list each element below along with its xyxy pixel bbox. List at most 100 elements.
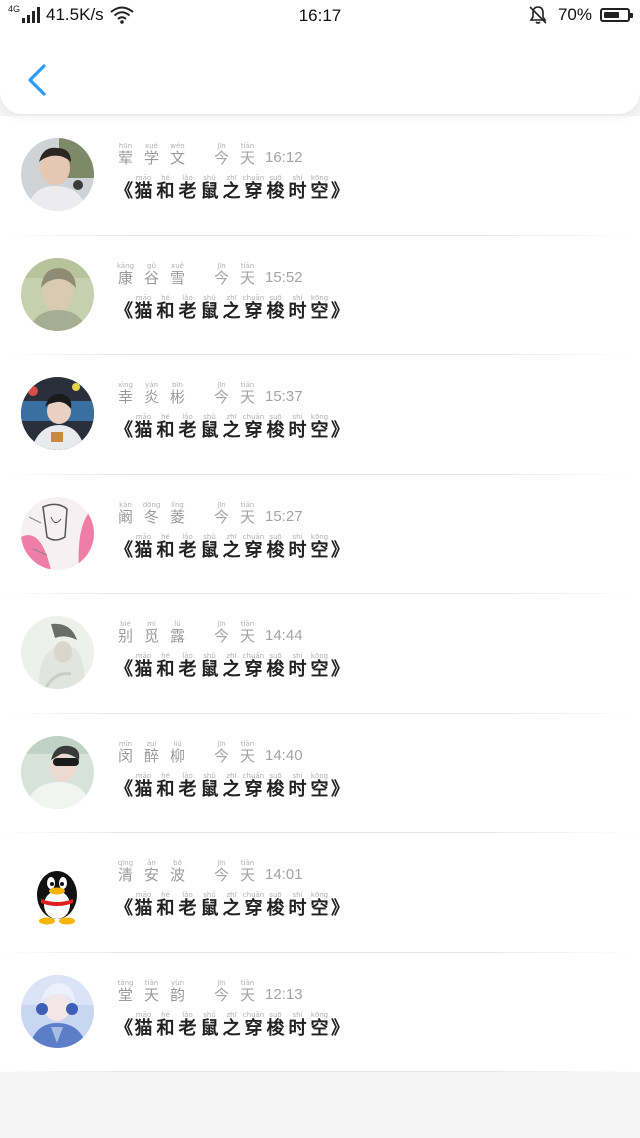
open-bracket: 《	[115, 898, 133, 919]
message-row[interactable]: xìng 幸 yán 炎 bīn 彬 jīn 今 tiān 天 15:37 《 māo 猫 hé 和 lǎo 老 s…	[0, 355, 640, 475]
pinyin-char: dōng 冬	[139, 501, 164, 525]
message-title[interactable]: 《 māo 猫 hé 和 lǎo 老 shǔ 鼠 zhī 之 chuān 穿 suō 梭 shí 时 kōng 空》	[115, 413, 349, 441]
pinyin-char: lǎo 老	[177, 413, 198, 441]
message-title[interactable]: 《 māo 猫 hé 和 lǎo 老 shǔ 鼠 zhī 之 chuān 穿 suō 梭 shí 时 kōng 空》	[115, 1011, 349, 1039]
hanzi: 空	[310, 539, 329, 561]
hanzi: 清	[117, 866, 133, 884]
avatar[interactable]	[21, 616, 94, 689]
message-date: jīn 今 tiān 天 14:01	[209, 859, 303, 883]
pinyin-char: kōng 空	[309, 1011, 330, 1039]
hanzi: 天	[239, 746, 255, 765]
hanzi: 之	[222, 659, 241, 680]
pinyin-char: kāng 康	[113, 262, 138, 286]
message-title[interactable]: 《 māo 猫 hé 和 lǎo 老 shǔ 鼠 zhī 之 chuān 穿 suō 梭 shí 时 kōng 空》	[115, 533, 349, 561]
hanzi: 梭	[266, 1017, 285, 1039]
hanzi: 堂	[117, 985, 133, 1004]
message-meta: mǐn 闵 zuì 醉 liǔ 柳 jīn 今 tiān 天 14:40	[113, 740, 303, 764]
avatar[interactable]	[21, 377, 94, 450]
message-date: jīn 今 tiān 天 15:37	[209, 381, 303, 405]
pinyin-char: liǔ 柳	[165, 740, 190, 764]
pinyin-char: chuān 穿	[243, 1011, 264, 1039]
pinyin-char: tiān 天	[235, 979, 260, 1003]
hanzi: 鼠	[200, 539, 219, 561]
message-title[interactable]: 《 māo 猫 hé 和 lǎo 老 shǔ 鼠 zhī 之 chuān 穿 suō 梭 shí 时 kōng 空》	[115, 652, 349, 680]
message-row[interactable]: táng 堂 tiān 天 yùn 韵 jīn 今 tiān 天 12:13 《 māo 猫 hé 和 lǎo 老…	[0, 953, 640, 1072]
hanzi: 荤	[117, 149, 133, 167]
pinyin-char: jīn 今	[209, 381, 234, 405]
avatar[interactable]	[21, 974, 94, 1048]
pinyin-char: zhī 之	[221, 1011, 242, 1039]
hanzi: 穿	[244, 181, 263, 202]
pinyin-char: shǔ 鼠	[199, 294, 220, 322]
hanzi: 穿	[244, 659, 263, 680]
pinyin-char: bīn 彬	[165, 381, 190, 405]
pinyin-char: kōng 空	[309, 891, 330, 919]
hanzi: 鼠	[200, 181, 219, 202]
close-bracket: 》	[331, 659, 349, 680]
hanzi: 今	[213, 149, 229, 167]
open-bracket: 《	[115, 420, 133, 441]
hanzi: 之	[222, 778, 241, 800]
pinyin-char: shǔ 鼠	[199, 891, 220, 919]
hanzi: 鼠	[200, 300, 219, 322]
pinyin-char: māo 猫	[133, 1011, 154, 1039]
avatar[interactable]	[21, 138, 94, 211]
avatar[interactable]	[21, 735, 94, 809]
hanzi: 和	[156, 659, 175, 680]
hanzi: 今	[213, 746, 229, 765]
pinyin-char: zhī 之	[221, 174, 242, 202]
message-time: 16:12	[265, 149, 303, 166]
pinyin-char: tiān 天	[235, 740, 260, 764]
pinyin-char: jīn 今	[209, 740, 234, 764]
hanzi: 老	[178, 659, 197, 680]
sender-name: bié 别 mì 觅 lù 露	[113, 620, 191, 644]
message-row[interactable]: kàn 阚 dōng 冬 líng 菱 jīn 今 tiān 天 15:27 《 māo 猫 hé 和 lǎo 老…	[0, 475, 640, 594]
message-title[interactable]: 《 māo 猫 hé 和 lǎo 老 shǔ 鼠 zhī 之 chuān 穿 suō 梭 shí 时 kōng 空》	[115, 174, 349, 202]
pinyin-char: zhī 之	[221, 413, 242, 441]
pinyin-char: hé 和	[155, 294, 176, 322]
hanzi: 空	[310, 659, 329, 680]
pinyin-char: ān 安	[139, 859, 164, 883]
message-title[interactable]: 《 māo 猫 hé 和 lǎo 老 shǔ 鼠 zhī 之 chuān 穿 suō 梭 shí 时 kōng 空》	[115, 891, 349, 919]
message-date: jīn 今 tiān 天 16:12	[209, 142, 303, 166]
pinyin-char: chuān 穿	[243, 652, 264, 680]
pinyin-char: gǔ 谷	[139, 262, 164, 286]
message-date: jīn 今 tiān 天 14:40	[209, 740, 303, 764]
hanzi: 鼠	[200, 420, 219, 441]
message-title[interactable]: 《 māo 猫 hé 和 lǎo 老 shǔ 鼠 zhī 之 chuān 穿 suō 梭 shí 时 kōng 空》	[115, 772, 349, 800]
hanzi: 猫	[134, 778, 153, 800]
pinyin-char: chuān 穿	[243, 413, 264, 441]
sender-name: táng 堂 tiān 天 yùn 韵	[113, 979, 191, 1003]
hanzi: 穿	[244, 539, 263, 561]
message-row[interactable]: kāng 康 gǔ 谷 xuě 雪 jīn 今 tiān 天 15:52 《 māo 猫 hé 和 lǎo 老 sh…	[0, 236, 640, 355]
battery-percent: 70%	[557, 5, 592, 24]
pinyin-char: líng 菱	[165, 501, 190, 525]
hanzi: 梭	[266, 659, 285, 680]
hanzi: 天	[239, 985, 255, 1004]
pinyin-char: shí 时	[287, 174, 308, 202]
pinyin-char: hé 和	[155, 772, 176, 800]
status-bar: 4G 41.5K/s 16:17 70%	[0, 0, 640, 32]
message-title[interactable]: 《 māo 猫 hé 和 lǎo 老 shǔ 鼠 zhī 之 chuān 穿 suō 梭 shí 时 kōng 空》	[115, 294, 349, 322]
pinyin-char: shí 时	[287, 413, 308, 441]
hanzi: 谷	[143, 268, 159, 287]
message-date: jīn 今 tiān 天 12:13	[209, 979, 303, 1003]
pinyin-char: tiān 天	[139, 979, 164, 1003]
hanzi: 今	[213, 627, 229, 645]
avatar[interactable]	[21, 257, 94, 331]
message-row[interactable]: hūn 荤 xué 学 wén 文 jīn 今 tiān 天 16:12 《 māo 猫 hé 和 lǎo 老 sh…	[0, 116, 640, 236]
message-row[interactable]: qīng 清 ān 安 bō 波 jīn 今 tiān 天 14:01 《 māo 猫 hé 和 lǎo 老 shǔ…	[0, 833, 640, 953]
avatar[interactable]	[21, 855, 94, 928]
message-row[interactable]: mǐn 闵 zuì 醉 liǔ 柳 jīn 今 tiān 天 14:40 《 māo 猫 hé 和 lǎo 老 sh…	[0, 714, 640, 833]
message-row[interactable]: bié 别 mì 觅 lù 露 jīn 今 tiān 天 14:44 《 māo 猫 hé 和 lǎo 老 shǔ 鼠…	[0, 594, 640, 714]
chevron-left-icon[interactable]	[20, 60, 60, 100]
close-bracket: 》	[331, 181, 349, 202]
hanzi: 老	[178, 420, 197, 441]
pinyin-char: zhī 之	[221, 891, 242, 919]
hanzi: 穿	[244, 778, 263, 800]
avatar[interactable]	[21, 496, 94, 570]
message-meta: qīng 清 ān 安 bō 波 jīn 今 tiān 天 14:01	[113, 859, 303, 884]
hanzi: 和	[156, 898, 175, 919]
hanzi: 猫	[134, 539, 153, 561]
pinyin-char: māo 猫	[133, 294, 154, 322]
